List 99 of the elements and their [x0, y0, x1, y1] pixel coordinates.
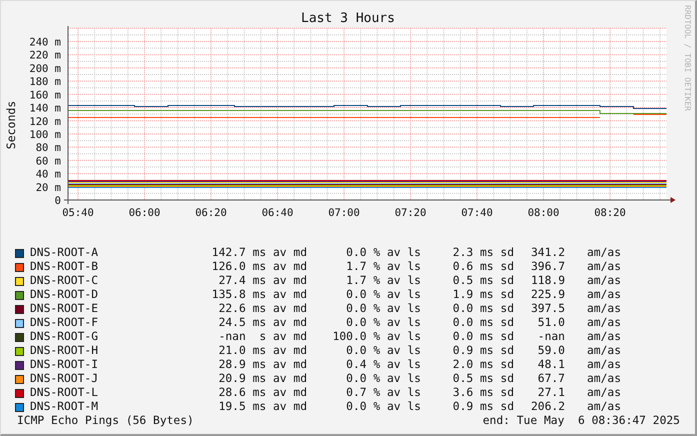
chart-title: Last 3 Hours — [301, 11, 395, 27]
y-tick-label: 100 m — [29, 128, 61, 141]
legend-ratio: 59.0 — [536, 344, 565, 358]
legend-unit: am/as — [586, 274, 622, 288]
legend-name: DNS-ROOT-H — [29, 344, 100, 358]
legend-name: DNS-ROOT-A — [29, 246, 100, 260]
x-tick-label: 07:00 — [328, 207, 360, 219]
legend-ratio: 206.2 — [530, 400, 565, 414]
legend-name: DNS-ROOT-J — [29, 372, 100, 386]
legend-median: -nan s av md — [218, 330, 307, 344]
legend-sd: 0.0 ms sd — [452, 302, 514, 316]
legend-median: 22.6 ms av md — [218, 302, 307, 316]
legend-loss: 0.0 % av ls — [345, 288, 421, 302]
legend-loss: 100.0 % av ls — [332, 330, 421, 344]
y-axis-label: Seconds — [4, 100, 18, 150]
legend-unit: am/as — [586, 330, 622, 344]
legend-sd: 0.5 ms sd — [452, 274, 514, 288]
x-tick-label: 08:00 — [528, 207, 560, 219]
y-tick-label: 180 m — [29, 76, 61, 88]
legend-sd: 3.6 ms sd — [452, 386, 514, 400]
legend-ratio: 396.7 — [530, 260, 565, 274]
legend-unit: am/as — [586, 400, 622, 414]
legend-unit: am/as — [586, 288, 622, 302]
y-tick-label: 160 m — [29, 89, 61, 102]
legend-loss: 0.0 % av ls — [345, 344, 421, 358]
legend-median: 135.8 ms av md — [210, 288, 307, 302]
legend-name: DNS-ROOT-C — [29, 274, 100, 288]
legend-unit: am/as — [586, 260, 622, 274]
legend-ratio: 67.7 — [536, 372, 565, 386]
legend-ratio: 397.5 — [530, 302, 565, 316]
legend-loss: 0.7 % av ls — [345, 386, 421, 400]
legend-ratio: -nan — [536, 330, 565, 344]
legend-name: DNS-ROOT-B — [29, 260, 100, 274]
legend-loss: 0.0 % av ls — [345, 400, 421, 414]
legend-sd: 0.0 ms sd — [452, 316, 514, 330]
legend-sd: 0.9 ms sd — [452, 400, 514, 414]
x-tick-label: 08:20 — [594, 207, 626, 219]
y-tick-label: 120 m — [29, 116, 61, 128]
legend-sd: 2.3 ms sd — [452, 246, 514, 260]
legend-loss: 0.0 % av ls — [345, 372, 421, 386]
legend-ratio: 48.1 — [536, 358, 565, 372]
legend-sd: 0.0 ms sd — [452, 330, 514, 344]
legend-unit: am/as — [586, 386, 622, 400]
legend-median: 28.9 ms av md — [218, 358, 307, 372]
legend-name: DNS-ROOT-G — [29, 330, 100, 344]
legend-ratio: 27.1 — [536, 386, 565, 400]
legend-ratio: 225.9 — [530, 288, 565, 302]
footer-end-time: end: Tue May 6 08:36:47 2025 — [482, 414, 680, 428]
legend-name: DNS-ROOT-F — [29, 316, 100, 330]
legend-unit: am/as — [586, 246, 622, 260]
legend-sd: 0.5 ms sd — [452, 372, 514, 386]
legend-median: 24.5 ms av md — [218, 316, 307, 330]
legend-median: 126.0 ms av md — [210, 260, 307, 274]
credit-text: RRDTOOL / TOBI OETIKER — [683, 5, 692, 111]
y-tick-label: 220 m — [29, 50, 61, 62]
legend-loss: 0.4 % av ls — [345, 358, 421, 372]
legend-median: 19.5 ms av md — [218, 400, 307, 414]
legend-median: 27.4 ms av md — [218, 274, 307, 288]
footer-description: ICMP Echo Pings (56 Bytes) — [17, 414, 194, 428]
legend-ratio: 341.2 — [530, 246, 565, 260]
x-tick-label: 07:20 — [394, 207, 426, 219]
x-tick-label: 07:40 — [461, 207, 493, 219]
y-tick-label: 140 m — [29, 102, 61, 115]
legend-sd: 0.9 ms sd — [452, 344, 514, 358]
legend-loss: 1.7 % av ls — [345, 260, 421, 274]
legend-unit: am/as — [586, 358, 622, 372]
x-tick-label: 06:20 — [195, 207, 227, 219]
legend-unit: am/as — [586, 372, 622, 386]
legend-name: DNS-ROOT-L — [29, 386, 100, 400]
legend-name: DNS-ROOT-D — [29, 288, 100, 302]
y-tick-label: 40 m — [36, 168, 61, 181]
legend-sd: 2.0 ms sd — [452, 358, 514, 372]
x-tick-label: 06:00 — [128, 207, 160, 219]
legend-loss: 0.0 % av ls — [345, 246, 421, 260]
legend-unit: am/as — [586, 344, 622, 358]
legend-loss: 1.7 % av ls — [345, 274, 421, 288]
y-tick-label: 80 m — [36, 142, 61, 154]
legend-unit: am/as — [586, 302, 622, 316]
legend-name: DNS-ROOT-M — [29, 400, 100, 414]
legend-ratio: 51.0 — [536, 316, 565, 330]
legend-median: 142.7 ms av md — [210, 246, 307, 260]
legend-unit: am/as — [586, 316, 622, 330]
legend-ratio: 118.9 — [530, 274, 565, 288]
y-tick-label: 60 m — [36, 155, 61, 168]
y-tick-label: 20 m — [36, 182, 61, 194]
legend-name: DNS-ROOT-E — [29, 302, 100, 316]
legend-loss: 0.0 % av ls — [345, 316, 421, 330]
legend-name: DNS-ROOT-I — [29, 358, 100, 372]
y-tick-label: 0 — [54, 195, 61, 207]
legend-loss: 0.0 % av ls — [345, 302, 421, 316]
x-tick-label: 05:40 — [62, 207, 94, 219]
x-tick-label: 06:40 — [262, 207, 294, 219]
legend-median: 21.0 ms av md — [218, 344, 307, 358]
y-tick-label: 200 m — [29, 62, 61, 75]
legend-median: 28.6 ms av md — [218, 386, 307, 400]
legend-sd: 1.9 ms sd — [452, 288, 514, 302]
y-tick-label: 240 m — [29, 36, 61, 48]
legend-sd: 0.6 ms sd — [452, 260, 514, 274]
legend-median: 20.9 ms av md — [218, 372, 307, 386]
